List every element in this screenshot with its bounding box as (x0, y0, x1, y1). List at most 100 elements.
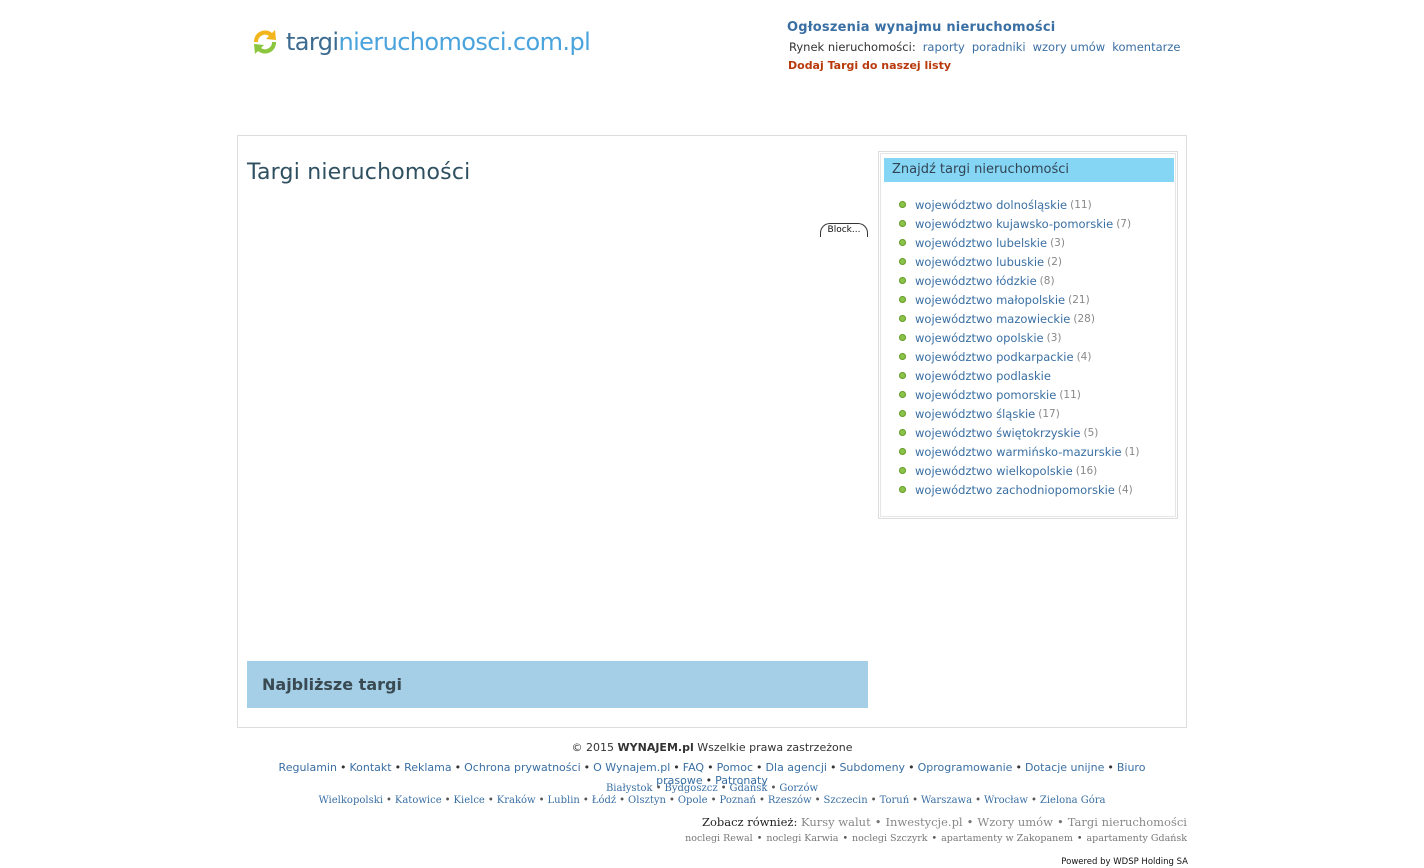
voivodeship-link[interactable]: województwo świętokrzyskie (915, 426, 1080, 440)
lodging-link[interactable]: noclegi Rewal (685, 833, 753, 844)
footer-link[interactable]: Kontakt (349, 761, 391, 774)
list-item: województwo śląskie (17) (899, 404, 1140, 423)
copyright-brand: WYNAJEM.pl (617, 741, 694, 754)
list-item: województwo kujawsko-pomorskie (7) (899, 214, 1140, 233)
separator: • (908, 761, 915, 774)
separator: • (966, 815, 974, 829)
list-item: województwo opolskie (3) (899, 328, 1140, 347)
city-link[interactable]: Gdańsk (730, 783, 768, 794)
header-title[interactable]: Ogłoszenia wynajmu nieruchomości (787, 20, 1187, 35)
city-link[interactable]: Lublin (548, 795, 580, 806)
see-also-link[interactable]: Kursy walut (801, 815, 871, 829)
bullet-icon (899, 220, 906, 227)
voivodeship-link[interactable]: województwo śląskie (915, 407, 1035, 421)
sidebar-header: Znajdź targi nieruchomości (884, 158, 1174, 182)
lodging-link[interactable]: noclegi Szczyrk (852, 833, 927, 844)
separator: • (538, 795, 545, 806)
voivodeship-link[interactable]: województwo małopolskie (915, 293, 1065, 307)
voivodeship-link[interactable]: województwo warmińsko-mazurskie (915, 445, 1122, 459)
voivodeship-link[interactable]: województwo lubelskie (915, 236, 1047, 250)
city-link[interactable]: Zielona Góra (1040, 795, 1106, 806)
footer-link[interactable]: Oprogramowanie (918, 761, 1013, 774)
see-also-link[interactable]: Wzory umów (977, 815, 1053, 829)
bullet-icon (899, 467, 906, 474)
separator: • (720, 783, 727, 794)
voivodeship-link[interactable]: województwo dolnośląskie (915, 198, 1067, 212)
voivodeship-count: (2) (1047, 255, 1062, 268)
city-link[interactable]: Bydgoszcz (665, 783, 718, 794)
see-also-link[interactable]: Targi nieruchomości (1068, 815, 1187, 829)
footer-link[interactable]: Ochrona prywatności (464, 761, 581, 774)
separator: • (1056, 815, 1064, 829)
footer-link[interactable]: Subdomeny (839, 761, 905, 774)
add-fair-link[interactable]: Dodaj Targi do naszej listy (787, 59, 1187, 72)
market-link-wzory-umow[interactable]: wzory umów (1033, 40, 1106, 54)
city-link[interactable]: Rzeszów (768, 795, 812, 806)
footer-link[interactable]: Regulamin (279, 761, 337, 774)
list-item: województwo świętokrzyskie (5) (899, 423, 1140, 442)
nearest-fairs-section: Najbliższe targi (247, 661, 868, 708)
voivodeship-count: (11) (1070, 198, 1092, 211)
copyright-text: Wszelkie prawa zastrzeżone (697, 741, 853, 754)
footer-link[interactable]: O Wynajem.pl (593, 761, 670, 774)
list-item: województwo małopolskie (21) (899, 290, 1140, 309)
copyright-year: © 2015 (571, 741, 615, 754)
footer-link[interactable]: Pomoc (717, 761, 753, 774)
city-link[interactable]: Kielce (454, 795, 485, 806)
market-link-poradniki[interactable]: poradniki (972, 40, 1026, 54)
list-item: województwo mazowieckie (28) (899, 309, 1140, 328)
bullet-icon (899, 239, 906, 246)
voivodeship-link[interactable]: województwo zachodniopomorskie (915, 483, 1115, 497)
list-item: województwo zachodniopomorskie (4) (899, 480, 1140, 499)
lodging-link[interactable]: noclegi Karwia (766, 833, 838, 844)
voivodeship-link[interactable]: województwo kujawsko-pomorskie (915, 217, 1113, 231)
voivodeship-count: (21) (1068, 293, 1090, 306)
market-links: Rynek nieruchomości: raporty poradniki w… (787, 40, 1187, 54)
footer-link[interactable]: Dotacje unijne (1025, 761, 1104, 774)
voivodeship-link[interactable]: województwo lubuskie (915, 255, 1044, 269)
city-link[interactable]: Łódź (592, 795, 616, 806)
city-link[interactable]: Olsztyn (628, 795, 666, 806)
voivodeship-count: (17) (1038, 407, 1060, 420)
voivodeship-link[interactable]: województwo podkarpackie (915, 350, 1074, 364)
footer-link[interactable]: Dla agencji (766, 761, 827, 774)
separator: • (655, 783, 662, 794)
city-link[interactable]: Opole (678, 795, 708, 806)
city-link[interactable]: Szczecin (824, 795, 868, 806)
powered-by[interactable]: Powered by WDSP Holding SA (1061, 857, 1188, 867)
voivodeship-link[interactable]: województwo podlaskie (915, 369, 1051, 383)
lodging-link[interactable]: apartamenty w Zakopanem (941, 833, 1073, 844)
site-logo[interactable]: targinieruchomosci.com.pl (248, 24, 591, 60)
footer-link[interactable]: FAQ (683, 761, 704, 774)
city-link[interactable]: Katowice (395, 795, 442, 806)
ad-block-badge[interactable]: Block... (820, 223, 868, 237)
list-item: województwo warmińsko-mazurskie (1) (899, 442, 1140, 461)
voivodeship-link[interactable]: województwo wielkopolskie (915, 464, 1073, 478)
market-link-raporty[interactable]: raporty (923, 40, 965, 54)
voivodeship-link[interactable]: województwo opolskie (915, 331, 1044, 345)
city-link[interactable]: Toruń (880, 795, 910, 806)
market-link-komentarze[interactable]: komentarze (1112, 40, 1180, 54)
city-link[interactable]: Kraków (497, 795, 536, 806)
separator: • (758, 795, 765, 806)
voivodeship-link[interactable]: województwo pomorskie (915, 388, 1056, 402)
bullet-icon (899, 296, 906, 303)
separator: • (707, 761, 714, 774)
voivodeship-link[interactable]: województwo łódzkie (915, 274, 1037, 288)
see-also-link[interactable]: Inwestycje.pl (885, 815, 962, 829)
city-link[interactable]: Poznań (720, 795, 756, 806)
city-link[interactable]: Warszawa (921, 795, 972, 806)
footer-link[interactable]: Reklama (404, 761, 452, 774)
bullet-icon (899, 391, 906, 398)
separator: • (756, 761, 763, 774)
separator: • (582, 795, 589, 806)
city-link[interactable]: Białystok (606, 783, 653, 794)
lodging-link[interactable]: apartamenty Gdańsk (1087, 833, 1187, 844)
separator: • (619, 795, 626, 806)
voivodeship-link[interactable]: województwo mazowieckie (915, 312, 1070, 326)
voivodeship-count: (1) (1124, 445, 1140, 458)
city-link[interactable]: Wrocław (984, 795, 1028, 806)
separator: • (842, 833, 849, 844)
separator: • (829, 761, 837, 774)
separator: • (1031, 795, 1037, 806)
